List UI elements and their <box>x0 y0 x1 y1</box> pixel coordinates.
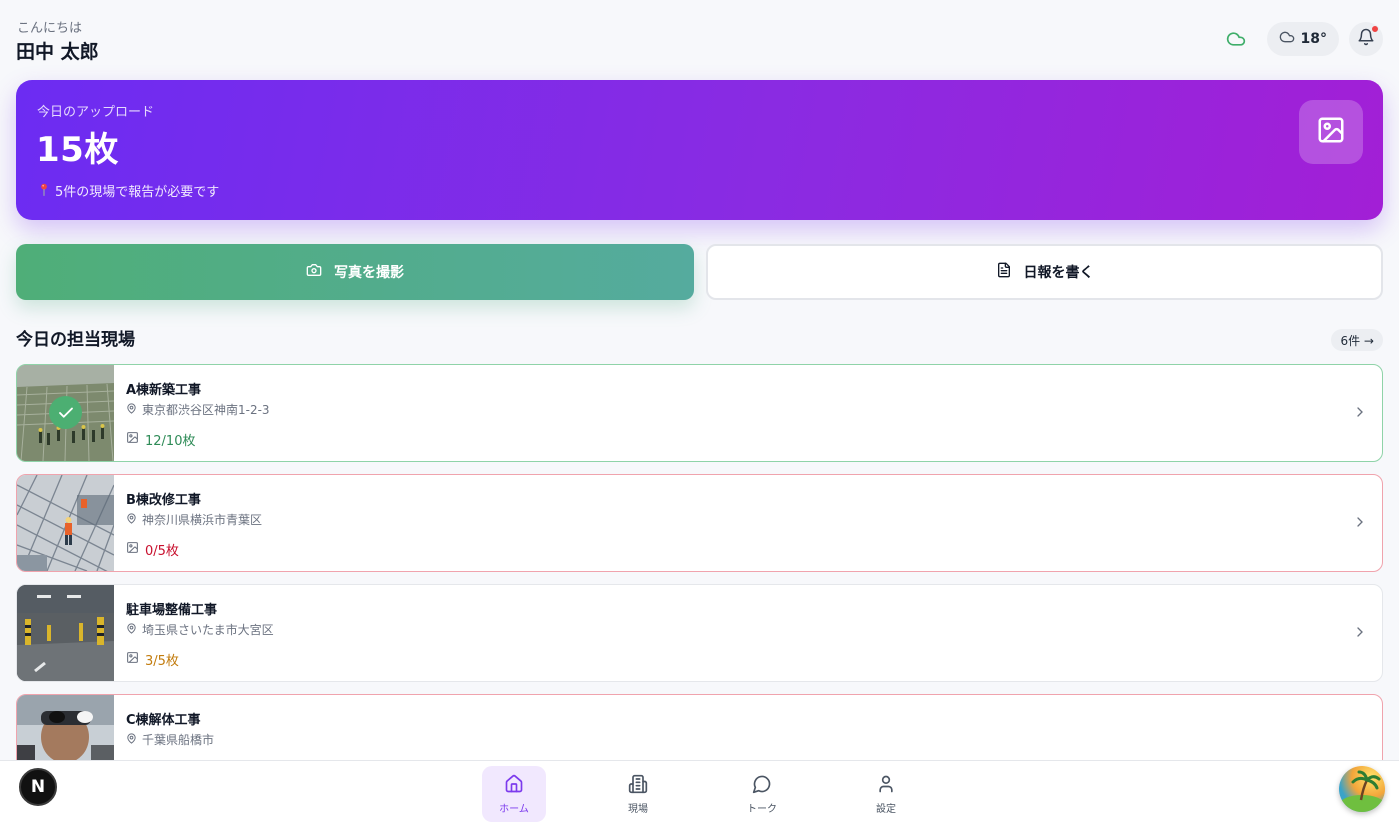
header-actions: 18° <box>1223 22 1383 56</box>
weather-temperature: 18° <box>1300 31 1327 47</box>
site-photo-count: 12/10枚 <box>126 430 195 449</box>
report-needed-note: 5件の現場で報告が必要です <box>37 181 219 200</box>
site-card-a[interactable]: A棟新築工事 東京都渋谷区神南1-2-3 12/10枚 <box>16 364 1383 462</box>
site-thumbnail <box>17 695 114 760</box>
nav-sites-label: 現場 <box>628 803 648 815</box>
site-address: 東京都渋谷区神南1-2-3 <box>126 401 270 418</box>
site-address: 神奈川県横浜市青葉区 <box>126 511 262 528</box>
site-address-text: 東京都渋谷区神南1-2-3 <box>142 403 270 417</box>
chevron-right-icon <box>1352 404 1368 424</box>
dev-tools-badge[interactable]: N <box>19 768 57 806</box>
write-report-button[interactable]: 日報を書く <box>706 244 1383 300</box>
site-photo-count-text: 3/5枚 <box>145 654 179 669</box>
nav-talk[interactable]: トーク <box>730 766 794 822</box>
map-pin-icon <box>126 512 137 527</box>
site-card-c[interactable]: C棟解体工事 千葉県船橋市 <box>16 694 1383 760</box>
sync-cloud-icon[interactable] <box>1223 26 1249 52</box>
nav-talk-label: トーク <box>747 803 777 815</box>
site-thumbnail <box>17 475 114 571</box>
upload-label: 今日のアップロード <box>37 105 155 120</box>
report-needed-text: 5件の現場で報告が必要です <box>55 185 220 200</box>
site-address-text: 千葉県船橋市 <box>142 733 215 747</box>
image-icon <box>126 651 139 668</box>
map-pin-icon <box>126 402 137 417</box>
site-name: B棟改修工事 <box>126 493 201 508</box>
image-icon <box>126 541 139 558</box>
user-icon <box>876 774 896 797</box>
chevron-right-icon <box>1352 514 1368 534</box>
camera-icon <box>306 262 322 282</box>
notification-dot <box>1371 25 1379 33</box>
site-list: A棟新築工事 東京都渋谷区神南1-2-3 12/10枚 B棟改修工事 神奈川県横… <box>16 364 1383 760</box>
user-name: 田中 太郎 <box>16 41 99 63</box>
site-name: 駐車場整備工事 <box>126 603 218 618</box>
site-address-text: 神奈川県横浜市青葉区 <box>142 513 263 527</box>
upload-count: 15枚 <box>36 130 119 170</box>
site-photo-count: 3/5枚 <box>126 650 179 669</box>
weather-widget[interactable]: 18° <box>1266 22 1339 56</box>
map-pin-icon <box>126 732 137 747</box>
nav-settings[interactable]: 設定 <box>854 766 918 822</box>
nav-sites[interactable]: 現場 <box>606 766 670 822</box>
view-all-sites-link[interactable]: 6件 → <box>1331 329 1383 351</box>
nav-home-label: ホーム <box>499 803 529 815</box>
image-icon <box>1316 115 1346 149</box>
site-name: C棟解体工事 <box>126 713 201 728</box>
site-thumbnail <box>17 365 114 461</box>
sites-section-title: 今日の担当現場 <box>16 330 135 350</box>
site-card-b[interactable]: B棟改修工事 神奈川県横浜市青葉区 0/5枚 <box>16 474 1383 572</box>
gallery-button[interactable] <box>1299 100 1363 164</box>
write-report-label: 日報を書く <box>1023 265 1094 281</box>
site-address: 埼玉県さいたま市大宮区 <box>126 621 274 638</box>
nav-home[interactable]: ホーム <box>482 766 546 822</box>
greeting-text: こんにちは <box>17 21 83 36</box>
pin-icon <box>37 182 51 200</box>
site-address: 千葉県船橋市 <box>126 731 214 748</box>
building-icon <box>628 774 648 797</box>
avatar[interactable] <box>1339 766 1385 812</box>
take-photo-button[interactable]: 写真を撮影 <box>16 244 694 300</box>
site-photo-count: 0/5枚 <box>126 540 179 559</box>
cloud-icon <box>1279 29 1295 49</box>
image-icon <box>126 431 139 448</box>
chevron-right-icon <box>1352 624 1368 644</box>
site-card-parking[interactable]: 駐車場整備工事 埼玉県さいたま市大宮区 3/5枚 <box>16 584 1383 682</box>
message-circle-icon <box>752 774 772 797</box>
upload-summary-card: 今日のアップロード 15枚 5件の現場で報告が必要です <box>16 80 1383 220</box>
site-address-text: 埼玉県さいたま市大宮区 <box>142 623 274 637</box>
completed-check-icon <box>49 396 82 429</box>
home-icon <box>504 774 524 797</box>
site-thumbnail <box>17 585 114 681</box>
notifications-button[interactable] <box>1349 22 1383 56</box>
site-photo-count-text: 0/5枚 <box>145 544 179 559</box>
map-pin-icon <box>126 622 137 637</box>
nav-settings-label: 設定 <box>876 803 896 815</box>
take-photo-label: 写真を撮影 <box>334 265 404 281</box>
header: こんにちは 田中 太郎 18° <box>16 14 1383 64</box>
document-icon <box>996 262 1012 282</box>
site-name: A棟新築工事 <box>126 383 202 398</box>
bottom-navigation: ホーム 現場 トーク 設定 <box>0 760 1399 825</box>
site-photo-count-text: 12/10枚 <box>145 434 196 449</box>
